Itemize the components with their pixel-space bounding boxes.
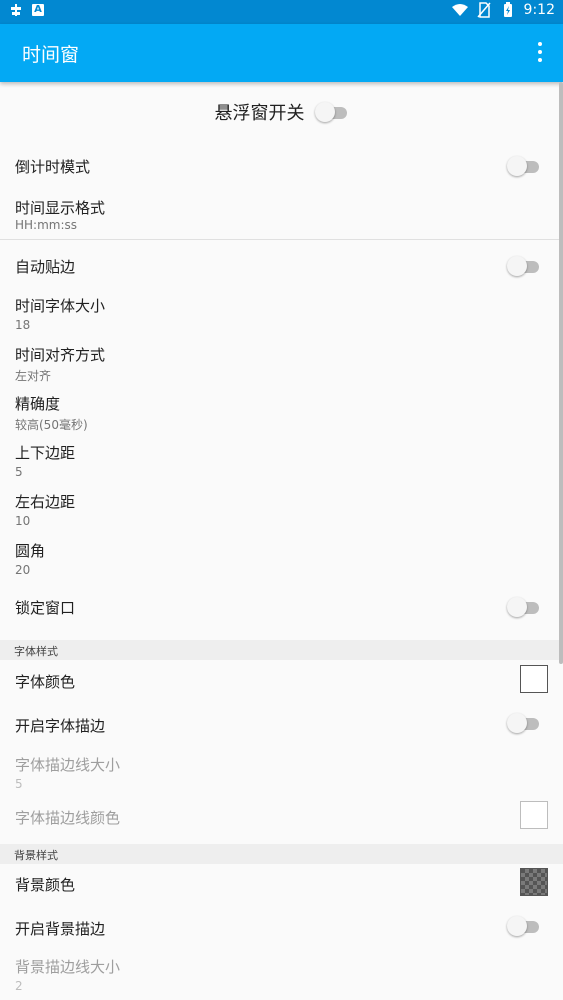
pref-lock-window[interactable]: 锁定窗口 [0,587,563,627]
floating-window-switch[interactable] [314,102,349,122]
section-header-label: 背景样式 [14,849,58,862]
pref-summary: 2 [15,979,23,993]
pref-title: 自动贴边 [15,258,76,276]
section-header-font: 字体样式 [0,640,563,660]
pref-title: 字体颜色 [15,673,76,691]
pref-title: 背景颜色 [15,876,76,894]
lock-window-switch[interactable] [507,597,541,617]
status-bar: A 9:12 [0,0,563,24]
pref-font-stroke-size: 字体描边线大小 5 [0,750,563,796]
pref-corner-radius[interactable]: 圆角 20 [0,537,563,583]
pref-title: 时间对齐方式 [15,346,106,364]
pref-summary: 5 [15,777,23,791]
pref-time-alignment[interactable]: 时间对齐方式 左对齐 [0,341,563,387]
battery-charging-icon [500,2,516,18]
section-header-background: 背景样式 [0,844,563,864]
section-header-label: 字体样式 [14,645,58,658]
status-time: 9:12 [523,2,555,18]
pref-title: 开启字体描边 [15,717,106,735]
pref-time-format[interactable]: 时间显示格式 HH:mm:ss [0,192,563,238]
pref-font-stroke-color: 字体描边线颜色 [0,798,563,838]
floating-window-toggle-label: 悬浮窗开关 [214,103,305,124]
pref-background-stroke-size: 背景描边线大小 2 [0,952,563,998]
pref-time-font-size[interactable]: 时间字体大小 18 [0,292,563,338]
more-vert-icon[interactable] [537,42,543,62]
pref-summary: 左对齐 [15,369,52,383]
pref-summary: HH:mm:ss [15,218,78,232]
background-stroke-switch[interactable] [507,916,541,936]
pref-background-color[interactable]: 背景颜色 [0,866,563,908]
app-bar: 时间窗 [0,24,563,82]
pref-title: 锁定窗口 [15,599,76,617]
pref-summary: 20 [15,563,31,577]
pref-title: 背景描边线大小 [15,958,121,976]
pref-title: 开启背景描边 [15,920,106,938]
auto-snap-switch[interactable] [507,256,541,276]
background-color-swatch[interactable] [520,868,548,896]
pref-title: 左右边距 [15,493,76,511]
pref-horizontal-padding[interactable]: 左右边距 10 [0,488,563,534]
pref-title: 字体描边线大小 [15,756,121,774]
bug-notification-icon [8,2,24,18]
pref-title: 圆角 [15,542,46,560]
no-sim-icon [476,2,492,18]
pref-countdown-mode[interactable]: 倒计时模式 [0,146,563,186]
pref-background-stroke-enable[interactable]: 开启背景描边 [0,911,563,951]
pref-precision[interactable]: 精确度 较高(50毫秒) [0,390,563,436]
pref-title: 精确度 [15,395,61,413]
pref-summary: 较高(50毫秒) [15,418,88,432]
scrollbar[interactable] [559,82,563,664]
font-stroke-color-swatch [520,801,548,829]
font-stroke-switch[interactable] [507,713,541,733]
wifi-icon [451,2,468,18]
pref-title: 上下边距 [15,444,76,462]
pref-title: 时间显示格式 [15,199,106,217]
divider [0,239,563,240]
pref-title: 时间字体大小 [15,297,106,315]
pref-summary: 5 [15,465,23,479]
app-title: 时间窗 [22,44,80,66]
pref-font-color[interactable]: 字体颜色 [0,662,563,704]
a-notification-icon: A [32,4,44,16]
font-color-swatch[interactable] [520,665,548,693]
settings-list: 悬浮窗开关 倒计时模式 时间显示格式 HH:mm:ss 自动贴边 时间字体大小 … [0,82,563,1000]
pref-auto-snap[interactable]: 自动贴边 [0,246,563,286]
pref-font-stroke-enable[interactable]: 开启字体描边 [0,707,563,747]
pref-title: 字体描边线颜色 [15,809,121,827]
countdown-mode-switch[interactable] [507,156,541,176]
pref-summary: 10 [15,514,31,528]
pref-summary: 18 [15,318,31,332]
pref-title: 倒计时模式 [15,158,91,176]
pref-vertical-padding[interactable]: 上下边距 5 [0,439,563,485]
floating-window-toggle-row[interactable]: 悬浮窗开关 [0,92,563,132]
